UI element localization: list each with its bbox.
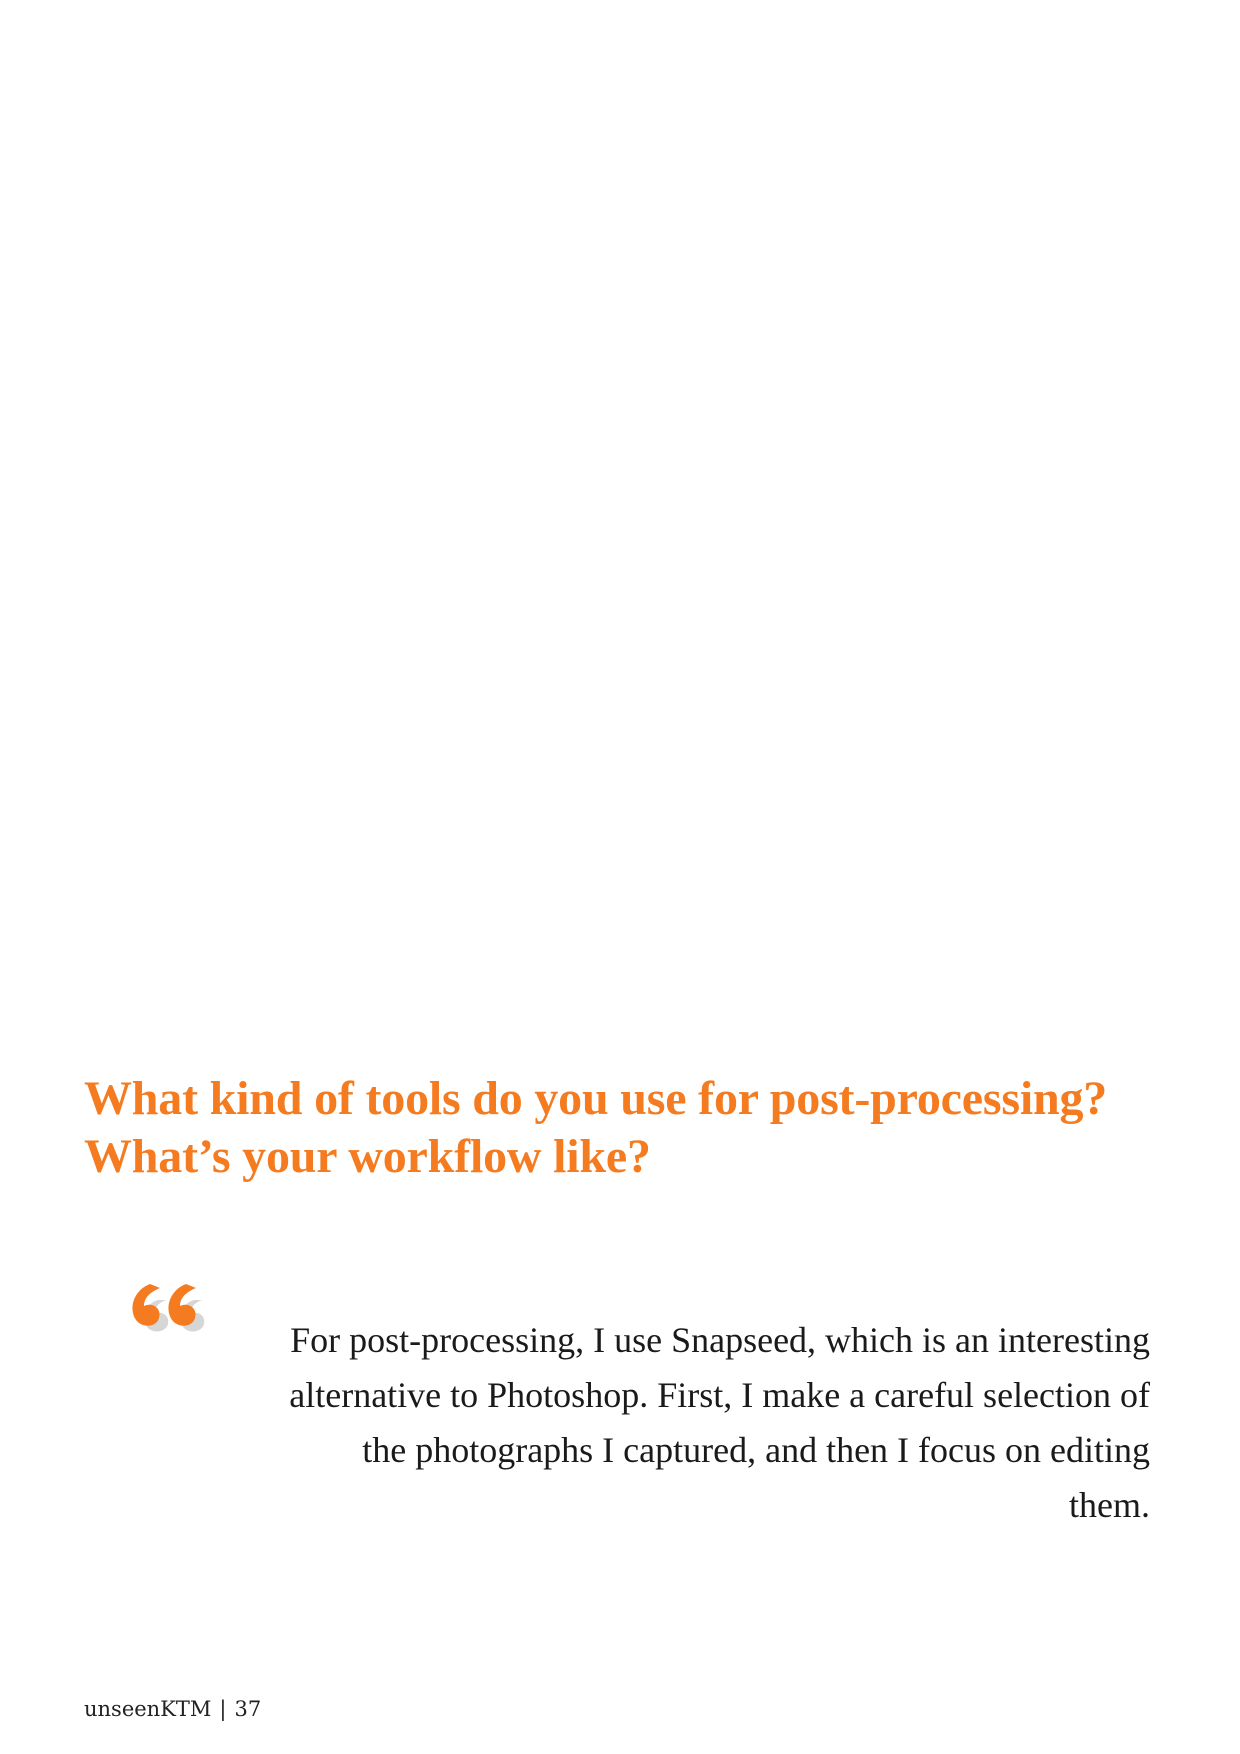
answer-line-1: For post-processing, I use Snapseed, whi…: [290, 1320, 1150, 1360]
answer-line-3: the photographs I captured, and then I f…: [362, 1430, 1150, 1470]
page-footer: unseenKTM | 37: [84, 1697, 261, 1721]
footer-separator: |: [219, 1697, 227, 1721]
question-line-2: What’s your workflow like?: [84, 1130, 651, 1183]
interview-question: What kind of tools do you use for post-p…: [84, 1070, 1184, 1186]
answer-line-2: alternative to Photoshop. First, I make …: [289, 1375, 1150, 1415]
interview-answer: For post-processing, I use Snapseed, whi…: [200, 1313, 1150, 1533]
answer-line-4: them.: [1069, 1485, 1150, 1525]
page-number: 37: [234, 1697, 262, 1721]
question-line-1: What kind of tools do you use for post-p…: [84, 1072, 1108, 1125]
publication-name: unseenKTM: [84, 1697, 212, 1721]
